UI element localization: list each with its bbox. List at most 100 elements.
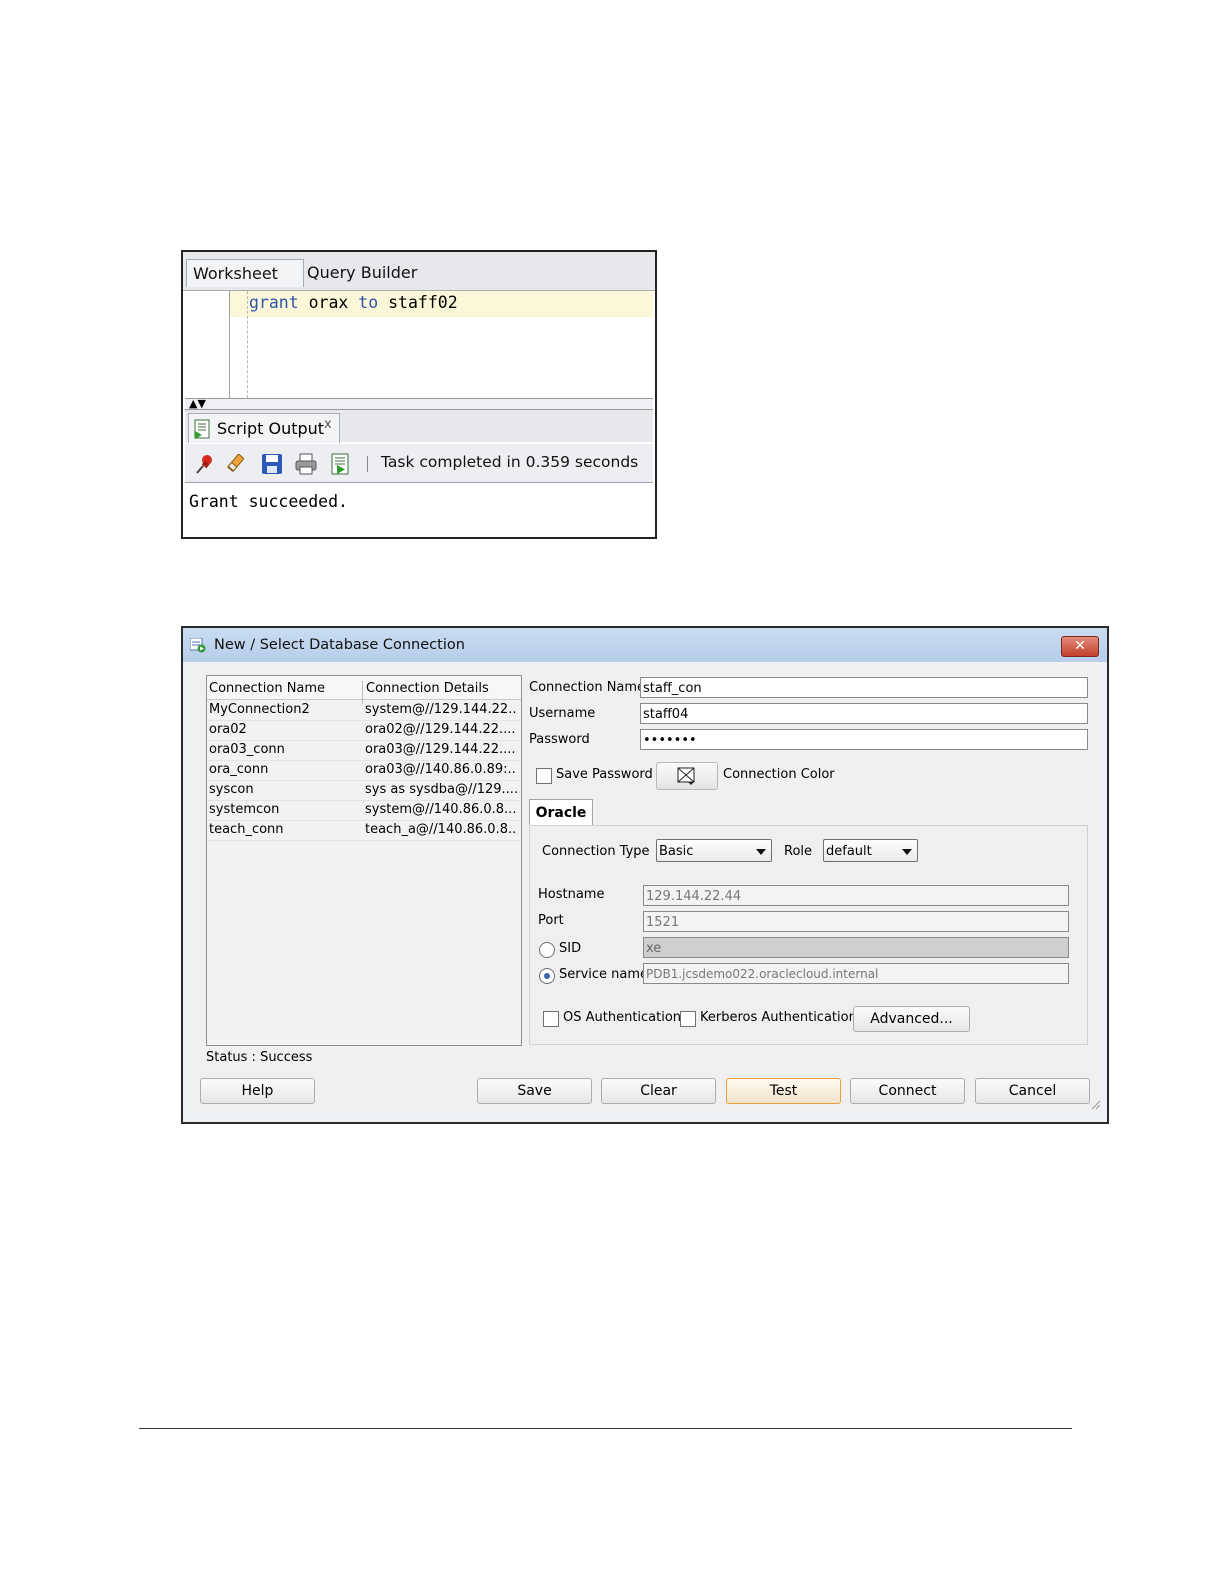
color-picker-icon [677, 767, 697, 789]
connection-row[interactable]: ora_conn ora03@//140.86.0.89:... [207, 760, 521, 781]
close-icon: ✕ [1074, 638, 1086, 654]
connection-details-cell: ora03@//140.86.0.89:... [365, 762, 517, 777]
chevron-down-icon [756, 849, 766, 855]
tab-worksheet[interactable]: Worksheet [186, 259, 304, 287]
connection-color-button[interactable] [656, 762, 718, 790]
connection-details-cell: sys as sysdba@//129.... [365, 782, 517, 797]
run-script-icon[interactable] [329, 453, 351, 475]
port-label: Port [538, 913, 564, 928]
save-icon[interactable] [261, 453, 283, 475]
sid-label[interactable]: SID [559, 941, 581, 956]
connection-name-cell: ora02 [209, 722, 247, 737]
connection-row[interactable]: systemcon system@//140.86.0.8... [207, 800, 521, 821]
toolbar-separator [367, 456, 368, 472]
connection-row[interactable]: ora03_conn ora03@//129.144.22.... [207, 740, 521, 761]
connection-type-value: Basic [659, 844, 694, 859]
output-tab-bar: Script Output x [185, 410, 653, 443]
connection-row[interactable]: MyConnection2 system@//129.144.22... [207, 700, 521, 721]
port-input[interactable]: 1521 [643, 911, 1069, 932]
save-password-checkbox[interactable] [536, 768, 552, 784]
pane-splitter[interactable]: ▲▼ [185, 398, 653, 410]
connection-details-cell: system@//129.144.22... [365, 702, 517, 717]
task-status: Task completed in 0.359 seconds [381, 453, 639, 471]
sid-input: xe [643, 937, 1069, 958]
script-output-label: Script Output [217, 419, 325, 438]
connection-type-label: Connection Type [542, 844, 650, 859]
connection-row[interactable]: syscon sys as sysdba@//129.... [207, 780, 521, 801]
connection-name-cell: syscon [209, 782, 254, 797]
connection-type-select[interactable]: Basic [656, 839, 772, 862]
username-label: Username [529, 706, 596, 721]
splitter-arrows-icon[interactable]: ▲▼ [189, 397, 206, 410]
kerberos-authentication-checkbox[interactable] [680, 1011, 696, 1027]
role-label: Role [784, 844, 813, 859]
hostname-input[interactable]: 129.144.22.44 [643, 885, 1069, 906]
os-authentication-checkbox[interactable] [543, 1011, 559, 1027]
dialog-titlebar[interactable]: New / Select Database Connection ✕ [183, 628, 1107, 662]
test-button[interactable]: Test [726, 1078, 841, 1104]
connection-name-cell: systemcon [209, 802, 280, 817]
worksheet-panel: Worksheet Query Builder grant orax to st… [181, 250, 657, 539]
kerberos-authentication-label[interactable]: Kerberos Authentication [700, 1010, 857, 1025]
connection-name-cell: ora03_conn [209, 742, 285, 757]
service-name-label[interactable]: Service name [559, 967, 648, 982]
service-name-input[interactable]: PDB1.jcsdemo022.oraclecloud.internal [643, 963, 1069, 984]
close-dialog-button[interactable]: ✕ [1061, 636, 1099, 657]
os-authentication-label[interactable]: OS Authentication [563, 1010, 681, 1025]
dialog-title: New / Select Database Connection [214, 637, 465, 653]
indent-guide [247, 291, 248, 398]
output-toolbar: Task completed in 0.359 seconds [185, 444, 653, 483]
connection-list[interactable]: Connection Name Connection Details MyCon… [206, 675, 522, 1046]
connection-list-header: Connection Name Connection Details [207, 676, 521, 704]
password-input[interactable]: ••••••• [640, 729, 1088, 750]
connection-details-cell: system@//140.86.0.8... [365, 802, 517, 817]
connection-details-cell: teach_a@//140.86.0.8... [365, 822, 517, 837]
sql-code-line[interactable]: grant orax to staff02 [249, 293, 458, 312]
role-value: default [826, 844, 872, 859]
line-gutter [185, 291, 230, 398]
save-password-label[interactable]: Save Password [556, 767, 653, 782]
connection-details-cell: ora03@//129.144.22.... [365, 742, 516, 757]
sql-editor[interactable]: grant orax to staff02 [185, 291, 653, 398]
print-icon[interactable] [295, 453, 317, 475]
database-connection-dialog: New / Select Database Connection ✕ Conne… [181, 626, 1109, 1124]
close-tab-icon[interactable]: x [324, 410, 332, 439]
connection-name-input[interactable]: staff_con [640, 677, 1088, 698]
pin-icon[interactable] [194, 453, 216, 475]
tab-oracle[interactable]: Oracle [529, 799, 593, 826]
connection-row[interactable]: ora02 ora02@//129.144.22.... [207, 720, 521, 741]
connection-row[interactable]: teach_conn teach_a@//140.86.0.8... [207, 820, 521, 841]
advanced-button[interactable]: Advanced... [853, 1006, 970, 1032]
database-connection-icon [189, 637, 206, 653]
sid-radio[interactable] [539, 942, 555, 958]
column-header-connection-details[interactable]: Connection Details [366, 681, 489, 696]
clear-button[interactable]: Clear [601, 1078, 716, 1104]
connection-name-label: Connection Name [529, 680, 646, 695]
identifier-role: orax [308, 293, 349, 312]
keyword-to: to [358, 293, 379, 312]
hostname-label: Hostname [538, 887, 605, 902]
help-button[interactable]: Help [200, 1078, 315, 1104]
connect-button[interactable]: Connect [850, 1078, 965, 1104]
tab-query-builder[interactable]: Query Builder [301, 259, 423, 286]
column-header-connection-name[interactable]: Connection Name [209, 681, 325, 696]
keyword-grant: grant [249, 293, 299, 312]
connection-name-cell: teach_conn [209, 822, 284, 837]
connection-color-label: Connection Color [723, 767, 835, 782]
resize-grip-icon[interactable] [1091, 1095, 1101, 1114]
connection-status: Status : Success [206, 1050, 313, 1065]
tab-script-output[interactable]: Script Output x [188, 413, 340, 443]
save-button[interactable]: Save [477, 1078, 592, 1104]
worksheet-tab-bar: Worksheet Query Builder [183, 252, 655, 291]
eraser-icon[interactable] [227, 453, 249, 475]
service-name-radio[interactable] [539, 968, 555, 984]
connection-details-cell: ora02@//129.144.22.... [365, 722, 516, 737]
page-footer-rule [139, 1428, 1072, 1429]
dialog-body: Connection Name Connection Details MyCon… [189, 662, 1101, 1114]
identifier-user: staff02 [388, 293, 458, 312]
password-label: Password [529, 732, 590, 747]
cancel-button[interactable]: Cancel [975, 1078, 1090, 1104]
username-input[interactable]: staff04 [640, 703, 1088, 724]
role-select[interactable]: default [823, 839, 918, 862]
connection-name-cell: MyConnection2 [209, 702, 310, 717]
